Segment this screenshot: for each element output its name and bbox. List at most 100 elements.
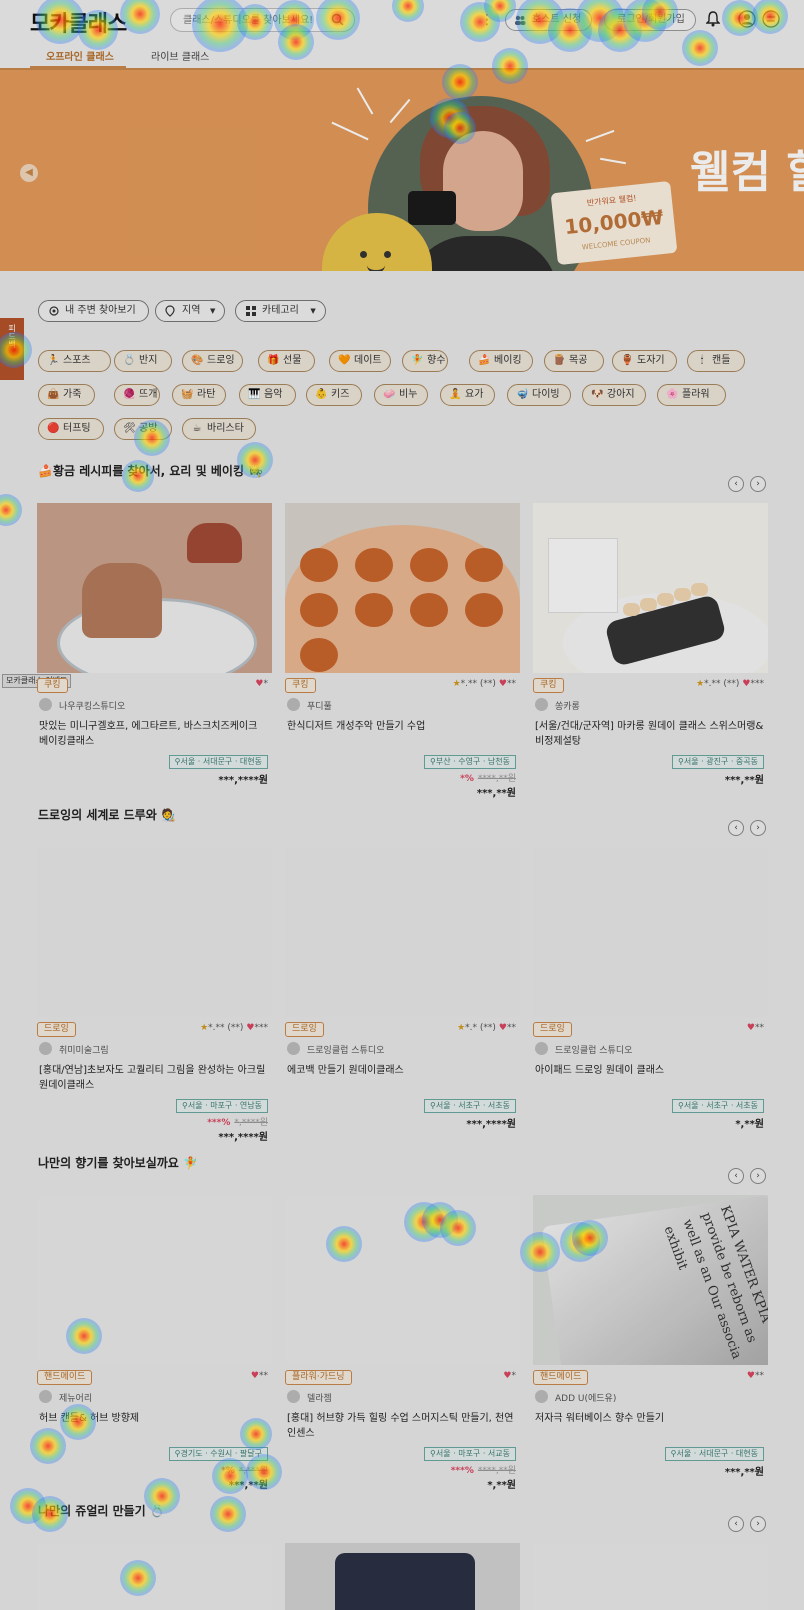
user-profile-icon[interactable] <box>738 10 756 31</box>
class-thumbnail[interactable] <box>37 503 272 673</box>
class-thumbnail[interactable] <box>37 847 272 1017</box>
jewelry-card-thumbnail[interactable] <box>37 1543 272 1610</box>
section-next-button[interactable]: › <box>750 1516 766 1532</box>
category-chip-9[interactable]: 🕯 캔들 <box>687 350 745 372</box>
category-chip-4[interactable]: 🧡 데이트 <box>329 350 391 372</box>
host-apply-button[interactable]: 호스트 신청 <box>505 9 593 31</box>
class-card[interactable]: KPIA WATER KPIA provide be reborn as wel… <box>533 1195 768 1485</box>
section-next-button[interactable]: › <box>750 820 766 836</box>
class-thumbnail[interactable] <box>37 1195 272 1365</box>
promo-banner[interactable]: 반가워요 웰컴! 10,000₩ WELCOME COUPON 웰컴 할인 ◀ <box>0 70 804 271</box>
site-logo[interactable]: 모카클래스 <box>30 6 127 38</box>
category-chip-14[interactable]: 👶 키즈 <box>306 384 362 406</box>
class-card[interactable]: 드로잉 ♥** 드로잉클럽 스튜디오 아이패드 드로잉 원데이 클래스 ⚲서울 · 서초… <box>533 847 768 1137</box>
category-chip-22[interactable]: ☕ 바리스타 <box>182 418 256 440</box>
tab-live-class[interactable]: 라이브 클래스 <box>151 48 209 63</box>
class-title[interactable]: 저자극 워터베이스 향수 만들기 <box>535 1411 765 1426</box>
category-chip-13[interactable]: 🎹 음악 <box>239 384 296 406</box>
category-chip-3[interactable]: 🎁 선물 <box>258 350 315 372</box>
category-chip-21[interactable]: 🛠 공방 <box>114 418 172 440</box>
category-chip-12[interactable]: 🧺 라탄 <box>172 384 226 406</box>
category-chip-7[interactable]: 🪵 목공 <box>544 350 604 372</box>
section-prev-button[interactable]: ‹ <box>728 820 744 836</box>
login-signup-button[interactable]: 로그인/회원가입 <box>604 9 696 31</box>
banner-prev-button[interactable]: ◀ <box>20 164 38 182</box>
studio-name[interactable]: 제뉴어리 <box>59 1391 92 1404</box>
bell-icon[interactable] <box>705 11 721 30</box>
heart-icon[interactable]: ♥ <box>742 679 750 689</box>
class-card[interactable]: 쿠킹 ★*.** (**) ♥*** 쏭카롱 [서울/건대/군자역] 마카롱 원데이 클… <box>533 503 768 793</box>
jewelry-card-thumbnail[interactable] <box>533 1543 768 1610</box>
class-title[interactable]: 한식디저트 개성주악 만들기 수업 <box>287 719 517 734</box>
heart-icon[interactable]: ♥ <box>246 1023 254 1033</box>
class-card[interactable]: 플라워·가드닝 ♥* 델라젬 [홍대] 허브향 가득 힐링 수업 스머지스틱 만들기,… <box>285 1195 520 1491</box>
class-card[interactable]: 드로잉 ★*.* (**) ♥** 드로잉클럽 스튜디오 에코백 만들기 원데이클래스 ⚲… <box>285 847 520 1137</box>
category-chip-5[interactable]: 🧚 향수 <box>402 350 448 372</box>
category-chip-2[interactable]: 🎨 드로잉 <box>182 350 243 372</box>
class-title[interactable]: [홍대] 허브향 가득 힐링 수업 스머지스틱 만들기, 천연인센스 <box>287 1411 517 1441</box>
jewelry-card-thumbnail[interactable] <box>285 1543 520 1610</box>
category-chip-10[interactable]: 👜 가죽 <box>38 384 95 406</box>
category-filter-dropdown[interactable]: 카테고리 ▼ <box>235 300 326 322</box>
class-title[interactable]: [홍대/연남]초보자도 고퀄리티 그림을 완성하는 아크릴 원데이클래스 <box>39 1063 269 1093</box>
class-card[interactable]: 드로잉 ★*.** (**) ♥*** 취미미술그림 [홍대/연남]초보자도 고퀄리티 … <box>37 847 272 1143</box>
category-chip-20[interactable]: 🔴 터프팅 <box>38 418 104 440</box>
studio-name[interactable]: 푸디풀 <box>307 699 332 712</box>
studio-name[interactable]: 드로잉클럽 스튜디오 <box>555 1043 632 1056</box>
section-next-button[interactable]: › <box>750 476 766 492</box>
section-next-button[interactable]: › <box>750 1168 766 1184</box>
region-filter-dropdown[interactable]: 지역 ▼ <box>155 300 226 322</box>
class-title[interactable]: 에코백 만들기 원데이클래스 <box>287 1063 517 1078</box>
category-chip-19[interactable]: 🌸 플라워 <box>657 384 726 406</box>
studio-name[interactable]: 취미미술그림 <box>59 1043 109 1056</box>
studio-name[interactable]: 쏭카롱 <box>555 699 580 712</box>
class-card[interactable]: 핸드메이드 ♥** 제뉴어리 허브 캔들& 허브 방향제 ⚲경기도 · 수원시 · 팔달… <box>37 1195 272 1491</box>
heart-icon[interactable]: ♥ <box>251 1371 259 1381</box>
class-thumbnail[interactable] <box>285 503 520 673</box>
heart-icon[interactable]: ♥ <box>499 679 507 689</box>
more-vertical-icon[interactable]: ⋮ <box>480 12 494 28</box>
class-title[interactable]: 맛있는 미니구겔호프, 에그타르트, 바스크치즈케이크 베이킹클래스 <box>39 719 269 749</box>
category-chip-15[interactable]: 🧼 비누 <box>374 384 428 406</box>
heart-icon[interactable]: ♥ <box>255 679 263 689</box>
studio-name[interactable]: ADD U(에드유) <box>555 1391 616 1404</box>
class-thumbnail[interactable] <box>285 847 520 1017</box>
section-prev-button[interactable]: ‹ <box>728 476 744 492</box>
feedback-side-tab[interactable]: 피드백 <box>0 318 24 380</box>
tab-offline-class[interactable]: 오프라인 클래스 <box>46 48 114 63</box>
section-prev-button[interactable]: ‹ <box>728 1516 744 1532</box>
category-chip-18[interactable]: 🐶 강아지 <box>582 384 646 406</box>
class-card[interactable]: 쿠킹 ♥* 나우쿠킹스튜디오 맛있는 미니구겔호프, 에그타르트, 바스크치즈케이크 … <box>37 503 272 793</box>
menu-icon[interactable] <box>762 10 780 31</box>
category-chip-6[interactable]: 🍰 베이킹 <box>469 350 533 372</box>
section-prev-button[interactable]: ‹ <box>728 1168 744 1184</box>
class-thumbnail[interactable] <box>285 1195 520 1365</box>
search-bar[interactable] <box>170 8 355 32</box>
category-chip-0[interactable]: 🏃 스포츠 <box>38 350 111 372</box>
category-chip-label: 다이빙 <box>532 389 560 400</box>
heart-icon[interactable]: ♥ <box>499 1023 507 1033</box>
location-text: 부산 · 수영구 · 남천동 <box>435 757 510 766</box>
search-input[interactable] <box>171 9 321 31</box>
category-chip-16[interactable]: 🧘 요가 <box>440 384 495 406</box>
category-chip-17[interactable]: 🤿 다이빙 <box>507 384 571 406</box>
class-title[interactable]: 허브 캔들& 허브 방향제 <box>39 1411 269 1426</box>
like-count: ** <box>507 679 516 689</box>
class-title[interactable]: 아이패드 드로잉 원데이 클래스 <box>535 1063 765 1078</box>
nearby-filter-button[interactable]: 내 주변 찾아보기 <box>38 300 149 322</box>
category-chip-8[interactable]: 🏺 도자기 <box>612 350 677 372</box>
category-chip-1[interactable]: 💍 반지 <box>114 350 172 372</box>
studio-name[interactable]: 델라젬 <box>307 1391 332 1404</box>
heart-icon[interactable]: ♥ <box>747 1371 755 1381</box>
class-thumbnail[interactable] <box>533 847 768 1017</box>
class-card[interactable]: 쿠킹 ★*.** (**) ♥** 푸디풀 한식디저트 개성주악 만들기 수업 ⚲부산 ·… <box>285 503 520 799</box>
studio-name[interactable]: 드로잉클럽 스튜디오 <box>307 1043 384 1056</box>
class-thumbnail[interactable] <box>533 503 768 673</box>
studio-name[interactable]: 나우쿠킹스튜디오 <box>59 699 125 712</box>
category-chip-11[interactable]: 🧶 뜨개 <box>114 384 160 406</box>
heart-icon[interactable]: ♥ <box>747 1023 755 1033</box>
heart-icon[interactable]: ♥ <box>503 1371 511 1381</box>
search-icon[interactable] <box>331 13 344 29</box>
class-thumbnail[interactable]: KPIA WATER KPIA provide be reborn as wel… <box>533 1195 768 1365</box>
class-title[interactable]: [서울/건대/군자역] 마카롱 원데이 클래스 스위스머랭&비정제설탕 <box>535 719 765 749</box>
